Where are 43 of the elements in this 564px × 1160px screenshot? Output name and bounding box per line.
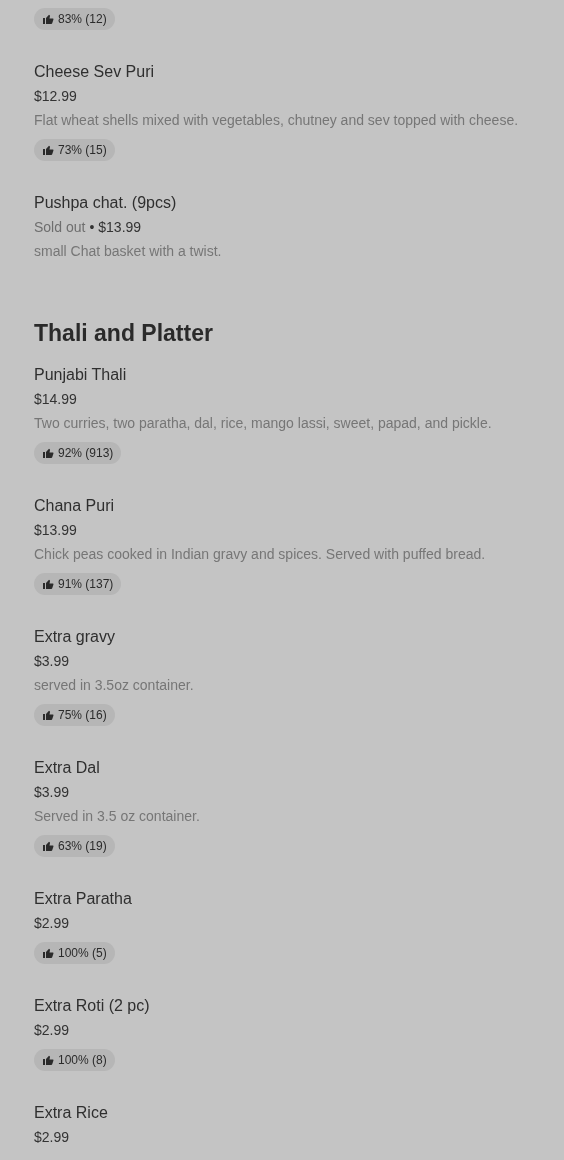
item-name[interactable]: Extra gravy	[34, 625, 115, 649]
item-price: $13.99	[34, 521, 77, 540]
item-description: served in 3.5oz container.	[34, 676, 194, 695]
thumbs-up-icon	[42, 709, 54, 721]
rating-badge: 75% (16)	[34, 704, 115, 726]
item-name[interactable]: Extra Roti (2 pc)	[34, 994, 150, 1018]
item-price: $2.99	[34, 1021, 70, 1040]
thumbs-up-icon	[42, 947, 54, 959]
item-price: $12.99	[34, 87, 77, 106]
item-name[interactable]: Punjabi Thali	[34, 363, 127, 387]
rating-badge: 63% (19)	[34, 835, 115, 857]
rating-badge: 100% (5)	[34, 942, 115, 964]
rating-badge: 83% (12)	[34, 8, 115, 30]
item-price: $2.99	[34, 914, 70, 933]
item-name[interactable]: Extra Rice	[34, 1101, 108, 1125]
rating-badge: 91% (137)	[34, 573, 122, 595]
thumbs-up-icon	[42, 13, 54, 25]
thumbs-up-icon	[42, 840, 54, 852]
rating-badge: 73% (15)	[34, 139, 115, 161]
rating-badge: 100% (8)	[34, 1049, 115, 1071]
item-description: Chick peas cooked in Indian gravy and spices. Served with puffed bread.	[34, 545, 486, 564]
item-name[interactable]: Chana Puri	[34, 494, 115, 518]
item-price: $3.99	[34, 652, 70, 671]
item-description: Flat wheat shells mixed with vegetables, chutney and sev topped with cheese.	[34, 111, 519, 130]
item-description: small Chat basket with a twist.	[34, 242, 222, 261]
item-name[interactable]: Extra Dal	[34, 756, 100, 780]
section-heading: Thali and Platter	[34, 319, 214, 348]
thumbs-up-icon	[42, 447, 54, 459]
sold-out-label: Sold out	[34, 218, 86, 237]
item-price: $2.99	[34, 1128, 70, 1147]
thumbs-up-icon	[42, 1054, 54, 1066]
item-name[interactable]: Extra Paratha	[34, 887, 132, 911]
item-description: Two curries, two paratha, dal, rice, mango lassi, sweet, papad, and pickle.	[34, 414, 492, 433]
item-name[interactable]: Cheese Sev Puri	[34, 60, 155, 84]
item-price: $3.99	[34, 783, 70, 802]
item-name[interactable]: Pushpa chat. (9pcs)	[34, 191, 177, 215]
item-price: $13.99	[98, 218, 142, 237]
rating-badge: 92% (913)	[34, 442, 122, 464]
thumbs-up-icon	[42, 144, 54, 156]
item-price: $14.99	[34, 390, 77, 409]
thumbs-up-icon	[42, 578, 54, 590]
separator: •	[89, 218, 95, 237]
item-description: Served in 3.5 oz container.	[34, 807, 200, 826]
